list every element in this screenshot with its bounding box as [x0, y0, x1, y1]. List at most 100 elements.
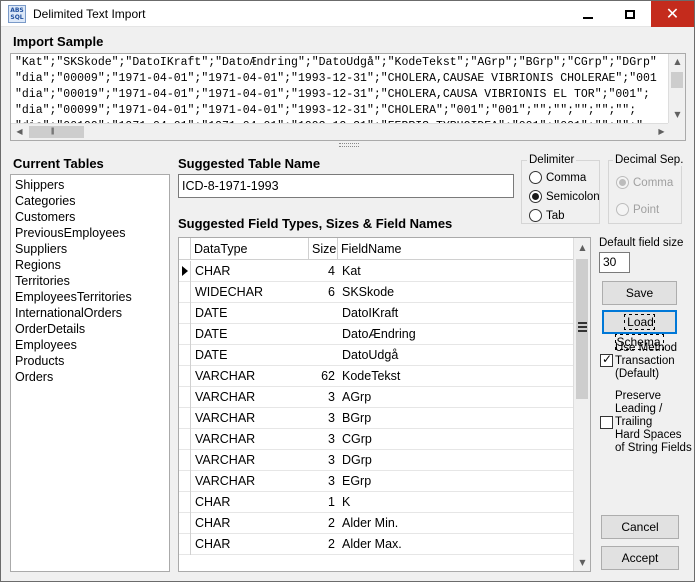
cell-size[interactable]: 6 — [309, 282, 335, 303]
table-list-item[interactable]: Categories — [15, 194, 75, 208]
cell-fieldname[interactable]: K — [342, 492, 572, 513]
cell-size[interactable]: 62 — [309, 366, 335, 387]
cell-size[interactable]: 3 — [309, 408, 335, 429]
cell-size[interactable] — [309, 324, 335, 345]
grid-vertical-scrollbar[interactable]: ▲ ▼ — [573, 238, 590, 571]
cell-fieldname[interactable]: DatoÆndring — [342, 324, 572, 345]
panel-splitter[interactable] — [339, 143, 359, 147]
table-list-item[interactable]: InternationalOrders — [15, 306, 122, 320]
table-list-item[interactable]: Territories — [15, 274, 70, 288]
cell-datatype[interactable]: WIDECHAR — [195, 282, 307, 303]
cell-fieldname[interactable]: Alder Min. — [342, 513, 572, 534]
cell-fieldname[interactable]: Alder Max. — [342, 534, 572, 555]
cancel-button[interactable]: Cancel — [601, 515, 679, 539]
table-row[interactable]: CHAR 2 Alder Max. — [179, 534, 575, 555]
table-row[interactable]: VARCHAR 3 DGrp — [179, 450, 575, 471]
title-bar[interactable]: ABS SQL Delimited Text Import ✕ — [1, 1, 694, 27]
delimiter-option-comma[interactable]: Comma — [529, 171, 586, 184]
cell-fieldname[interactable]: DGrp — [342, 450, 572, 471]
cell-fieldname[interactable]: EGrp — [342, 471, 572, 492]
table-row[interactable]: VARCHAR 62 KodeTekst — [179, 366, 575, 387]
cell-datatype[interactable]: VARCHAR — [195, 387, 307, 408]
cell-size[interactable]: 3 — [309, 429, 335, 450]
table-list-item[interactable]: Shippers — [15, 178, 64, 192]
table-list-item[interactable]: Products — [15, 354, 64, 368]
sample-vertical-scrollbar[interactable]: ▲ ▼ — [668, 54, 685, 124]
cell-size[interactable] — [309, 345, 335, 366]
field-types-grid[interactable]: DataType Size FieldName CHAR 4 Kat WIDECHAR… — [178, 237, 591, 572]
cell-datatype[interactable]: CHAR — [195, 261, 307, 282]
table-row[interactable]: CHAR 1 K — [179, 492, 575, 513]
table-row[interactable]: WIDECHAR 6 SKSkode — [179, 282, 575, 303]
cell-datatype[interactable]: DATE — [195, 303, 307, 324]
column-header-datatype[interactable]: DataType — [191, 238, 309, 260]
cell-fieldname[interactable]: CGrp — [342, 429, 572, 450]
table-list-item[interactable]: Suppliers — [15, 242, 67, 256]
default-field-size-input[interactable]: 30 — [599, 252, 630, 273]
close-button[interactable]: ✕ — [651, 1, 694, 27]
cell-fieldname[interactable]: BGrp — [342, 408, 572, 429]
cell-datatype[interactable]: CHAR — [195, 492, 307, 513]
table-list-item[interactable]: PreviousEmployees — [15, 226, 125, 240]
radio-button[interactable] — [529, 209, 542, 222]
delimiter-option-tab[interactable]: Tab — [529, 209, 565, 222]
cell-datatype[interactable]: DATE — [195, 324, 307, 345]
table-list-item[interactable]: OrderDetails — [15, 322, 85, 336]
cell-size[interactable]: 2 — [309, 513, 335, 534]
table-row[interactable]: DATE DatoUdgå — [179, 345, 575, 366]
scroll-down-icon[interactable]: ▼ — [574, 558, 590, 567]
table-row[interactable]: VARCHAR 3 BGrp — [179, 408, 575, 429]
delimiter-option-semicolon[interactable]: Semicolon — [529, 190, 600, 203]
scroll-up-icon[interactable]: ▲ — [574, 243, 590, 252]
load-schema-button[interactable]: Load Schema — [602, 310, 677, 350]
hamburger-menu-icon[interactable] — [578, 322, 587, 334]
table-list-item[interactable]: Employees — [15, 338, 77, 352]
cell-fieldname[interactable]: AGrp — [342, 387, 572, 408]
cell-datatype[interactable]: CHAR — [195, 513, 307, 534]
column-header-fieldname[interactable]: FieldName — [338, 238, 575, 260]
scroll-left-icon[interactable]: ◀ — [11, 127, 28, 136]
table-name-input[interactable]: ICD-8-1971-1993 — [178, 174, 514, 198]
cell-datatype[interactable]: CHAR — [195, 534, 307, 555]
scroll-up-icon[interactable]: ▲ — [669, 57, 685, 66]
cell-datatype[interactable]: VARCHAR — [195, 429, 307, 450]
scroll-thumb[interactable] — [671, 72, 683, 88]
maximize-button[interactable] — [609, 1, 651, 27]
radio-button[interactable] — [529, 171, 542, 184]
save-schema-button[interactable]: Save Schema — [602, 281, 677, 322]
cell-fieldname[interactable]: KodeTekst — [342, 366, 572, 387]
table-row[interactable]: DATE DatoÆndring — [179, 324, 575, 345]
table-row[interactable]: VARCHAR 3 EGrp — [179, 471, 575, 492]
cell-fieldname[interactable]: SKSkode — [342, 282, 572, 303]
import-sample-box[interactable]: "Kat";"SKSkode";"DatoIKraft";"DatoÆndrin… — [10, 53, 686, 141]
cell-datatype[interactable]: VARCHAR — [195, 408, 307, 429]
table-row[interactable]: CHAR 2 Alder Min. — [179, 513, 575, 534]
cell-size[interactable]: 1 — [309, 492, 335, 513]
sample-horizontal-scrollbar[interactable]: ◀ ||| ▶ — [11, 123, 670, 140]
table-list-item[interactable]: Customers — [15, 210, 75, 224]
cell-size[interactable]: 3 — [309, 450, 335, 471]
table-row[interactable]: DATE DatoIKraft — [179, 303, 575, 324]
cell-size[interactable]: 2 — [309, 534, 335, 555]
cell-fieldname[interactable]: Kat — [342, 261, 572, 282]
cell-size[interactable] — [309, 303, 335, 324]
cell-size[interactable]: 4 — [309, 261, 335, 282]
table-row[interactable]: CHAR 4 Kat — [179, 261, 575, 282]
radio-button[interactable] — [529, 190, 542, 203]
scroll-thumb[interactable]: ||| — [29, 126, 84, 138]
table-list-item[interactable]: Regions — [15, 258, 61, 272]
preserve-spaces-checkbox[interactable] — [600, 416, 613, 429]
use-method-transaction-checkbox[interactable]: ✓ — [600, 352, 613, 367]
cell-size[interactable]: 3 — [309, 387, 335, 408]
accept-button[interactable]: Accept — [601, 546, 679, 570]
table-list-item[interactable]: Orders — [15, 370, 53, 384]
table-row[interactable]: VARCHAR 3 AGrp — [179, 387, 575, 408]
cell-fieldname[interactable]: DatoUdgå — [342, 345, 572, 366]
scroll-down-icon[interactable]: ▼ — [669, 110, 685, 119]
table-row[interactable]: VARCHAR 3 CGrp — [179, 429, 575, 450]
cell-datatype[interactable]: VARCHAR — [195, 450, 307, 471]
table-list-item[interactable]: EmployeesTerritories — [15, 290, 132, 304]
cell-datatype[interactable]: DATE — [195, 345, 307, 366]
cell-datatype[interactable]: VARCHAR — [195, 366, 307, 387]
minimize-button[interactable] — [567, 1, 609, 27]
